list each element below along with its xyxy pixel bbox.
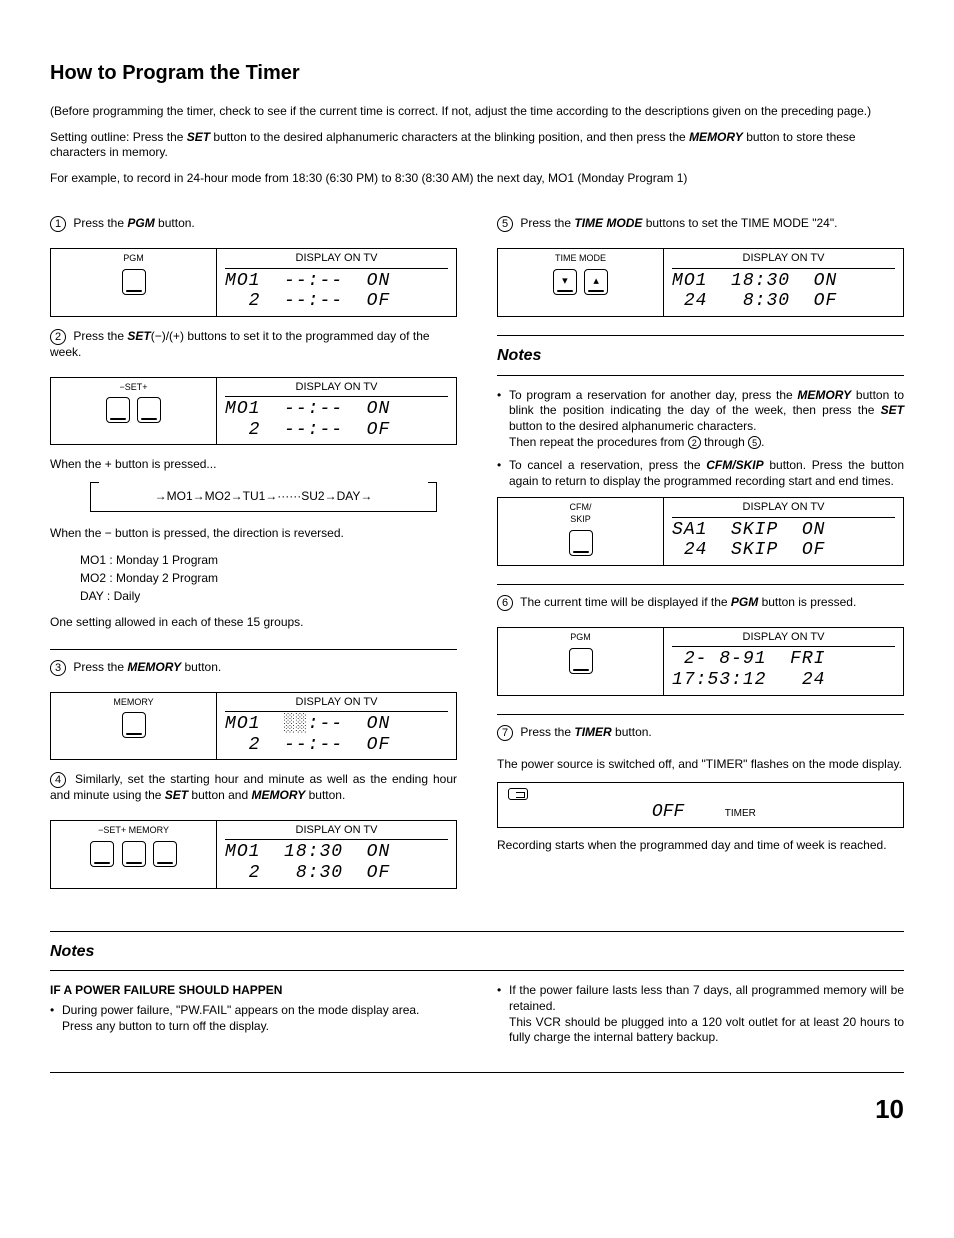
memory-button-icon [153, 841, 177, 867]
down-button-icon: ▾ [553, 269, 577, 295]
step-3: 3 Press the MEMORY button. [50, 660, 457, 676]
bottom-notes-section: Notes IF A POWER FAILURE SHOULD HAPPEN D… [50, 931, 904, 1073]
set-minus-button-icon [90, 841, 114, 867]
up-button-icon: ▴ [584, 269, 608, 295]
panel-2-head: −SET+ [53, 382, 214, 394]
notes-list-right: To program a reservation for another day… [497, 388, 904, 490]
display-1-line2: 2 --:-- OF [225, 291, 448, 312]
power-failure-heading: IF A POWER FAILURE SHOULD HAPPEN [50, 983, 457, 999]
definitions: MO1 : Monday 1 Program MO2 : Monday 2 Pr… [80, 551, 457, 605]
notes-heading-right: Notes [497, 346, 904, 367]
set-plus-button-icon [137, 397, 161, 423]
plus-text: When the + button is pressed... [50, 457, 457, 473]
step-3-number: 3 [50, 660, 66, 676]
display-cfm-line2: 24 SKIP OF [672, 540, 895, 561]
page-title: How to Program the Timer [50, 60, 904, 86]
timer-display-box: OFF TIMER [497, 782, 904, 828]
panel-2: −SET+ DISPLAY ON TV MO1 --:-- ON 2 --:--… [50, 377, 457, 446]
bottom-note-2: If the power failure lasts less than 7 d… [497, 983, 904, 1045]
panel-1-head: PGM [53, 253, 214, 265]
note-r2: To cancel a reservation, press the CFM/S… [497, 458, 904, 489]
step-2: 2 Press the SET(−)/(+) buttons to set it… [50, 329, 457, 361]
step-7-number: 7 [497, 725, 513, 741]
step-4: 4 Similarly, set the starting hour and m… [50, 772, 457, 804]
panel-cfm: CFM/ SKIP DISPLAY ON TV SA1 SKIP ON 24 S… [497, 497, 904, 566]
left-column: 1 Press the PGM button. PGM DISPLAY ON T… [50, 216, 457, 900]
note-r1: To program a reservation for another day… [497, 388, 904, 450]
minus-text: When the − button is pressed, the direct… [50, 526, 457, 542]
cfm-skip-button-icon [569, 530, 593, 556]
sequence-box: →MO1→MO2→TU1→······SU2→DAY→ [90, 483, 437, 512]
one-setting: One setting allowed in each of these 15 … [50, 615, 457, 631]
intro-p2: Setting outline: Press the SET button to… [50, 130, 904, 161]
display-6-line1: 2- 8-91 FRI [672, 649, 895, 670]
display-cfm-line1: SA1 SKIP ON [672, 520, 895, 541]
step-5: 5 Press the TIME MODE buttons to set the… [497, 216, 904, 232]
pgm-button-icon [122, 269, 146, 295]
step-7: 7 Press the TIMER button. [497, 725, 904, 741]
notes-heading-bottom: Notes [50, 942, 904, 963]
step-1: 1 Press the PGM button. [50, 216, 457, 232]
set-minus-button-icon [106, 397, 130, 423]
display-5-line1: MO1 18:30 ON [672, 271, 895, 292]
step-7-para1: The power source is switched off, and "T… [497, 757, 904, 773]
panel-1: PGM DISPLAY ON TV MO1 --:-- ON 2 --:-- O… [50, 248, 457, 317]
panel-4: −SET+ MEMORY DISPLAY ON TV MO1 18:30 ON … [50, 820, 457, 889]
step-7-para2: Recording starts when the programmed day… [497, 838, 904, 854]
step-1-number: 1 [50, 216, 66, 232]
display-5-line2: 24 8:30 OF [672, 291, 895, 312]
step-5-number: 5 [497, 216, 513, 232]
set-plus-button-icon [122, 841, 146, 867]
panel-4-head: −SET+ MEMORY [53, 825, 214, 837]
bottom-note-1: During power failure, "PW.FAIL" appears … [50, 1003, 457, 1034]
pgm-button-icon [569, 648, 593, 674]
intro-p1: (Before programming the timer, check to … [50, 104, 904, 120]
display-1-line1: MO1 --:-- ON [225, 271, 448, 292]
step-4-number: 4 [50, 772, 66, 788]
right-column: 5 Press the TIME MODE buttons to set the… [497, 216, 904, 900]
display-4-line2: 2 8:30 OF [225, 863, 448, 884]
panel-3-head: MEMORY [53, 697, 214, 709]
panel-3: MEMORY DISPLAY ON TV MO1 ░░:-- ON 2 --:-… [50, 692, 457, 761]
display-header: DISPLAY ON TV [225, 251, 448, 268]
panel-5: TIME MODE ▾ ▴ DISPLAY ON TV MO1 18:30 ON… [497, 248, 904, 317]
panel-5-head: TIME MODE [500, 253, 661, 265]
page-number: 10 [50, 1093, 904, 1127]
display-3-line1: MO1 ░░:-- ON [225, 714, 448, 735]
step-2-number: 2 [50, 329, 66, 345]
display-2-line1: MO1 --:-- ON [225, 399, 448, 420]
step-6-number: 6 [497, 595, 513, 611]
bottom-left-col: IF A POWER FAILURE SHOULD HAPPEN During … [50, 983, 457, 1053]
panel-cfm-head: CFM/ SKIP [500, 502, 661, 525]
display-3-line2: 2 --:-- OF [225, 735, 448, 756]
bottom-right-col: If the power failure lasts less than 7 d… [497, 983, 904, 1053]
panel-6-head: PGM [500, 632, 661, 644]
step-6: 6 The current time will be displayed if … [497, 595, 904, 611]
cassette-icon [508, 788, 528, 800]
intro-p3: For example, to record in 24-hour mode f… [50, 171, 904, 187]
display-2-line2: 2 --:-- OF [225, 420, 448, 441]
timer-label: TIMER [725, 807, 756, 820]
display-6-line2: 17:53:12 24 [672, 670, 895, 691]
intro-block: (Before programming the timer, check to … [50, 104, 904, 186]
timer-off-text: OFF [652, 801, 684, 824]
memory-button-icon [122, 712, 146, 738]
panel-6: PGM DISPLAY ON TV 2- 8-91 FRI 17:53:12 2… [497, 627, 904, 696]
display-4-line1: MO1 18:30 ON [225, 842, 448, 863]
